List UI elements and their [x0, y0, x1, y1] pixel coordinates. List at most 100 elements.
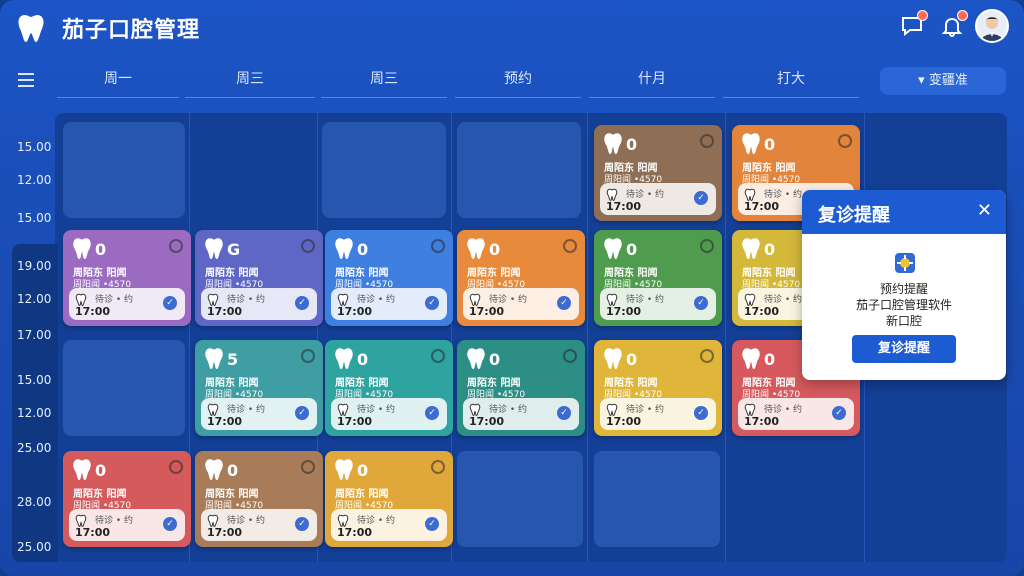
empty-slot[interactable] [457, 451, 583, 547]
tooth-icon [207, 401, 219, 417]
tooth-icon [333, 346, 355, 370]
tooth-icon [333, 457, 355, 481]
card-number: 0 [489, 350, 501, 369]
app-header: 茄子口腔管理 [0, 0, 1024, 56]
day-header-5[interactable]: 什月 [589, 68, 715, 98]
card-detail: 待诊 • 约17:00 ✓ [738, 398, 854, 430]
appointment-card[interactable]: 0周陌东 阳闻周阳闻 •4570待诊 • 约17:00✓ [457, 340, 585, 436]
appointment-time: 17:00 [337, 415, 373, 428]
check-icon[interactable]: ✓ [295, 406, 309, 420]
day-header-6[interactable]: 打大 [723, 68, 859, 98]
user-avatar[interactable] [975, 9, 1009, 43]
appointment-time: 17:00 [744, 305, 780, 318]
more-icon[interactable] [700, 134, 714, 148]
check-icon[interactable]: ✓ [425, 517, 439, 531]
popup-title: 复诊提醒 [818, 205, 890, 226]
tooth-icon [333, 236, 355, 260]
appointment-time: 17:00 [744, 415, 780, 428]
time-label: 28.00 [17, 495, 52, 509]
check-icon[interactable]: ✓ [163, 296, 177, 310]
card-detail: 待诊 • 约17:00 ✓ [201, 509, 317, 541]
card-number: 0 [626, 135, 638, 154]
revisit-reminder-button[interactable]: 复诊提醒 [852, 335, 956, 363]
check-icon[interactable]: ✓ [694, 406, 708, 420]
day-header-3[interactable]: 周三 [321, 68, 447, 98]
tooth-icon [207, 512, 219, 528]
time-label: 25.00 [17, 540, 52, 554]
bell-icon[interactable] [940, 10, 968, 38]
appointment-card[interactable]: 0周陌东 阳闻周阳闻 •4570待诊 • 约17:00✓ [63, 230, 191, 326]
check-icon[interactable]: ✓ [425, 406, 439, 420]
appointment-card[interactable]: G 周陌东 阳闻 周阳闻 •4570 待诊 • 约 17:00 ✓ [195, 230, 323, 326]
reminder-icon [895, 253, 915, 273]
card-detail: 待诊 • 约17:00 ✓ [331, 398, 447, 430]
more-icon[interactable] [301, 460, 315, 474]
more-icon[interactable] [169, 239, 183, 253]
appointment-card[interactable]: 5 周陌东 阳闻 周阳闻 •4570 待诊 • 约 17:00 ✓ [195, 340, 323, 436]
check-icon[interactable]: ✓ [694, 296, 708, 310]
empty-slot[interactable] [63, 122, 185, 218]
empty-slot[interactable] [322, 122, 446, 218]
check-icon[interactable]: ✓ [295, 517, 309, 531]
more-icon[interactable] [431, 239, 445, 253]
tooth-icon [337, 291, 349, 307]
appointment-card[interactable]: 0周陌东 阳闻周阳闻 •4570待诊 • 约17:00✓ [63, 451, 191, 547]
card-detail: 待诊 • 约17:00 ✓ [201, 288, 317, 320]
appointment-card[interactable]: 0周陌东 阳闻周阳闻 •4570待诊 • 约17:00✓ [457, 230, 585, 326]
appointment-card[interactable]: 0周陌东 阳闻周阳闻 •4570待诊 • 约17:00✓ [195, 451, 323, 547]
menu-icon[interactable] [18, 72, 38, 90]
check-icon[interactable]: ✓ [163, 517, 177, 531]
appointment-status: 待诊 • 约 [489, 405, 528, 415]
appointment-card[interactable]: 0周陌东 阳闻周阳闻 •4570待诊 • 约17:00✓ [325, 340, 453, 436]
day-header-1[interactable]: 周一 [57, 68, 179, 98]
appointment-card[interactable]: 0周陌东 阳闻周阳闻 •4570待诊 • 约17:00✓ [594, 125, 722, 221]
more-icon[interactable] [301, 239, 315, 253]
card-number: 0 [357, 240, 369, 259]
more-icon[interactable] [838, 134, 852, 148]
tooth-icon [203, 346, 225, 370]
appointment-card[interactable]: 0周陌东 阳闻周阳闻 •4570待诊 • 约17:00✓ [325, 230, 453, 326]
more-icon[interactable] [700, 349, 714, 363]
appointment-status: 待诊 • 约 [764, 405, 803, 415]
check-icon[interactable]: ✓ [295, 296, 309, 310]
more-icon[interactable] [431, 349, 445, 363]
more-icon[interactable] [563, 239, 577, 253]
card-number: 0 [764, 240, 776, 259]
close-icon[interactable]: ✕ [977, 200, 992, 221]
appointment-card[interactable]: 0周陌东 阳闻周阳闻 •4570待诊 • 约17:00✓ [594, 340, 722, 436]
more-icon[interactable] [169, 460, 183, 474]
tooth-icon [337, 512, 349, 528]
check-icon[interactable]: ✓ [832, 406, 846, 420]
day-header-4[interactable]: 预约 [455, 68, 581, 98]
card-detail: 待诊 • 约17:00 ✓ [201, 398, 317, 430]
day-header-2[interactable]: 周三 [185, 68, 315, 98]
empty-slot[interactable] [594, 451, 720, 547]
appointment-card[interactable]: 0周陌东 阳闻周阳闻 •4570待诊 • 约17:00✓ [325, 451, 453, 547]
time-label: 15.00 [17, 211, 52, 225]
empty-slot[interactable] [63, 340, 185, 436]
check-icon[interactable]: ✓ [425, 296, 439, 310]
tooth-icon [744, 291, 756, 307]
appointment-time: 17:00 [75, 526, 111, 539]
message-icon[interactable] [900, 10, 928, 38]
card-number: 0 [489, 240, 501, 259]
more-icon[interactable] [431, 460, 445, 474]
filter-button[interactable]: ▾ 变疆准 [880, 67, 1006, 95]
popup-line-1: 预约提醒 [879, 282, 928, 296]
tooth-icon [465, 346, 487, 370]
empty-slot[interactable] [457, 122, 581, 218]
appointment-card[interactable]: 0周陌东 阳闻周阳闻 •4570待诊 • 约17:00✓ [594, 230, 722, 326]
time-label: 12.00 [17, 173, 52, 187]
more-icon[interactable] [700, 239, 714, 253]
tooth-icon [207, 291, 219, 307]
check-icon[interactable]: ✓ [557, 296, 571, 310]
card-detail: 待诊 • 约17:00 ✓ [69, 509, 185, 541]
card-detail: 待诊 • 约17:00 ✓ [69, 288, 185, 320]
check-icon[interactable]: ✓ [694, 191, 708, 205]
more-icon[interactable] [301, 349, 315, 363]
more-icon[interactable] [563, 349, 577, 363]
check-icon[interactable]: ✓ [557, 406, 571, 420]
tooth-icon [75, 291, 87, 307]
time-label: 19.00 [17, 259, 52, 273]
card-number: 0 [357, 350, 369, 369]
